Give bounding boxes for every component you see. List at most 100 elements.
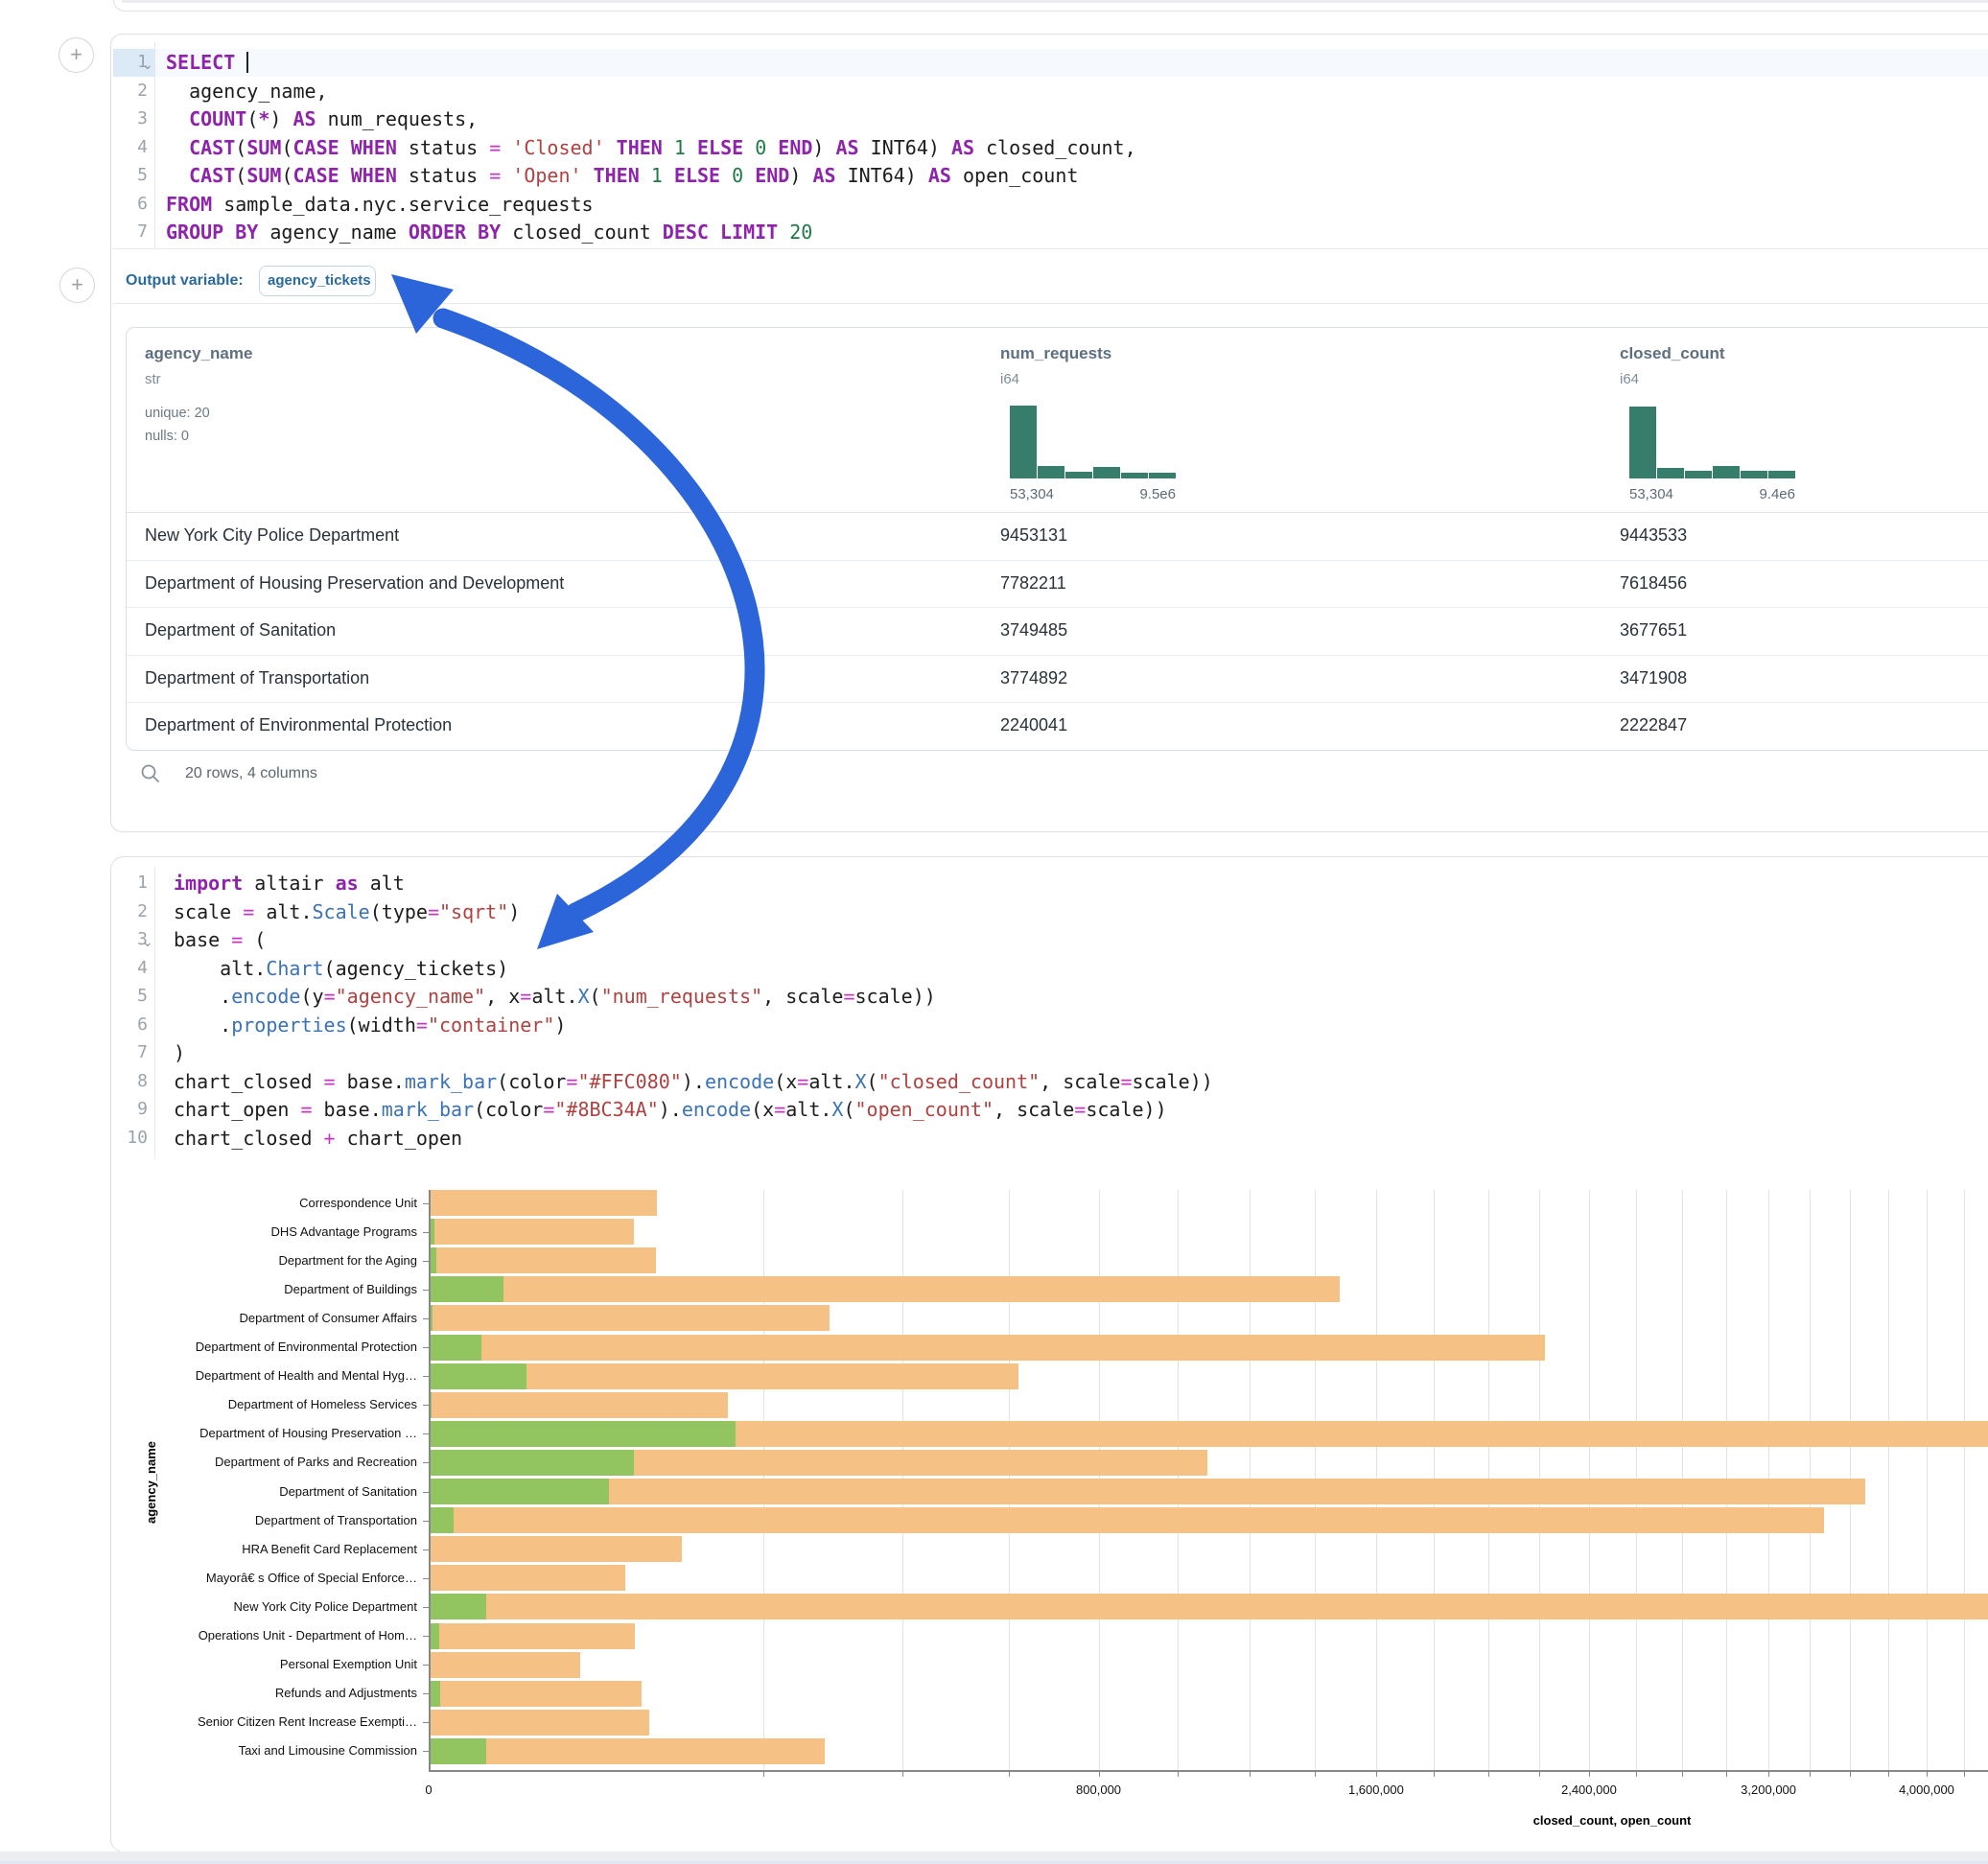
altair-chart: Correspondence UnitDHS Advantage Program… (111, 1180, 1988, 1842)
add-cell-button-output[interactable]: + (59, 268, 95, 303)
y-axis-label: Department of Environmental Protection (111, 1340, 417, 1354)
previous-cell-strip (122, 0, 1988, 3)
code-line[interactable]: agency_name, (166, 78, 328, 105)
column-type: i64 (1000, 371, 1019, 387)
table-row: Department of Housing Preservation and D… (127, 560, 1988, 608)
bar-open-count (429, 1363, 526, 1389)
y-axis-label: Senior Citizen Rent Increase Exempti… (111, 1714, 417, 1729)
table-cell: 2240041 (1000, 702, 1067, 749)
x-axis-tick-label: 800,000 (1041, 1782, 1157, 1797)
code-output-divider (111, 248, 1988, 249)
table-cell: 2222847 (1620, 702, 1687, 749)
y-axis-line (429, 1190, 431, 1770)
table-cell: 3471908 (1620, 655, 1687, 702)
bar-closed-count (429, 1392, 728, 1418)
y-axis-label: Taxi and Limousine Commission (111, 1743, 417, 1758)
column-type: i64 (1620, 371, 1639, 387)
table-summary: 20 rows, 4 columns (185, 765, 317, 782)
line-number: 6 (105, 1012, 148, 1038)
line-number: 10 (105, 1125, 148, 1152)
bar-closed-count (429, 1710, 649, 1736)
gridline (1964, 1190, 1965, 1770)
histogram-bar (1149, 473, 1176, 478)
bar-closed-count (429, 1536, 682, 1562)
add-cell-button-top[interactable]: + (58, 37, 94, 73)
histogram-bar (1685, 471, 1712, 478)
line-number: 5 (105, 162, 148, 189)
histogram-bar (1093, 467, 1120, 478)
y-axis-label: Mayorâ€ s Office of Special Enforce… (111, 1571, 417, 1585)
histogram-bar (1121, 473, 1148, 478)
collapse-chevron-icon[interactable]: ⌄ (142, 932, 153, 951)
histogram-max-label: 9.4e6 (1738, 486, 1795, 502)
column-type: str (145, 371, 161, 387)
active-line-highlight (154, 49, 1988, 77)
bar-closed-count (429, 1219, 634, 1245)
gutter-divider (154, 42, 155, 249)
code-line[interactable]: alt.Chart(agency_tickets) (174, 955, 508, 982)
histogram-bar (1768, 471, 1795, 478)
bar-closed-count (429, 1738, 825, 1764)
column-header[interactable]: closed_count (1620, 344, 1725, 363)
code-line[interactable]: chart_open = base.mark_bar(color="#8BC34… (174, 1096, 1167, 1123)
bar-open-count (429, 1276, 503, 1302)
y-axis-label: Department of Homeless Services (111, 1397, 417, 1411)
bar-closed-count (429, 1479, 1865, 1504)
code-line[interactable]: SELECT (166, 49, 248, 76)
bar-open-count (429, 1623, 439, 1649)
histogram-bar (1657, 468, 1684, 478)
bar-closed-count (429, 1565, 625, 1591)
table-cell: New York City Police Department (145, 512, 399, 559)
line-number: 4 (105, 955, 148, 982)
code-line[interactable]: COUNT(*) AS num_requests, (166, 105, 478, 132)
bar-closed-count (429, 1335, 1545, 1361)
text-cursor (246, 52, 248, 73)
y-axis-label: Department of Housing Preservation … (111, 1426, 417, 1440)
code-line[interactable]: chart_closed = base.mark_bar(color="#FFC… (174, 1068, 1213, 1095)
histogram-bar (1038, 466, 1064, 478)
bar-open-count (429, 1335, 481, 1361)
bar-closed-count (429, 1276, 1340, 1302)
search-icon[interactable] (140, 763, 161, 789)
bar-closed-count (429, 1247, 656, 1273)
y-axis-label: Refunds and Adjustments (111, 1686, 417, 1700)
gridline (1927, 1190, 1928, 1770)
collapse-chevron-icon[interactable]: ⌄ (142, 55, 153, 74)
line-number: 6 (105, 191, 148, 218)
histogram-bar (1065, 472, 1092, 478)
code-line[interactable]: chart_closed + chart_open (174, 1125, 462, 1152)
x-axis-tick-label: 4,000,000 (1869, 1782, 1984, 1797)
line-number: 2 (105, 78, 148, 105)
code-line[interactable]: scale = alt.Scale(type="sqrt") (174, 898, 520, 925)
code-line[interactable]: GROUP BY agency_name ORDER BY closed_cou… (166, 219, 812, 245)
code-line[interactable]: FROM sample_data.nyc.service_requests (166, 191, 594, 218)
column-nulls: nulls: 0 (145, 429, 189, 444)
output-variable-input[interactable]: agency_tickets (259, 266, 376, 296)
column-header[interactable]: agency_name (145, 344, 252, 363)
code-line[interactable]: .encode(y="agency_name", x=alt.X("num_re… (174, 983, 936, 1010)
histogram-bar (1010, 406, 1037, 478)
x-axis-tick-label: 1,600,000 (1319, 1782, 1434, 1797)
bar-open-count (429, 1738, 486, 1764)
table-cell: Department of Transportation (145, 655, 369, 702)
line-number: 4 (105, 134, 148, 161)
code-line[interactable]: CAST(SUM(CASE WHEN status = 'Closed' THE… (166, 134, 1136, 161)
code-line[interactable]: ) (174, 1039, 185, 1066)
table-cell: Department of Housing Preservation and D… (145, 560, 564, 607)
output-variable-label: Output variable: (126, 272, 244, 290)
bar-closed-count (429, 1623, 635, 1649)
x-axis-tick-label: 0 (371, 1782, 486, 1797)
table-cell: 9453131 (1000, 512, 1067, 559)
python-cell-panel: import altair as altscale = alt.Scale(ty… (110, 856, 1988, 1852)
code-line[interactable]: .properties(width="container") (174, 1012, 566, 1038)
code-line[interactable]: base = ( (174, 926, 266, 953)
table-cell: 3749485 (1000, 607, 1067, 654)
code-line[interactable]: import altair as alt (174, 870, 405, 897)
output-table-divider (111, 303, 1988, 304)
code-line[interactable]: CAST(SUM(CASE WHEN status = 'Open' THEN … (166, 162, 1078, 189)
histogram-min-label: 53,304 (1629, 486, 1673, 502)
table-row: Department of Environmental Protection22… (127, 702, 1988, 750)
bar-open-count (429, 1450, 634, 1476)
column-header[interactable]: num_requests (1000, 344, 1111, 363)
x-axis-tick-label: 2,400,000 (1532, 1782, 1647, 1797)
